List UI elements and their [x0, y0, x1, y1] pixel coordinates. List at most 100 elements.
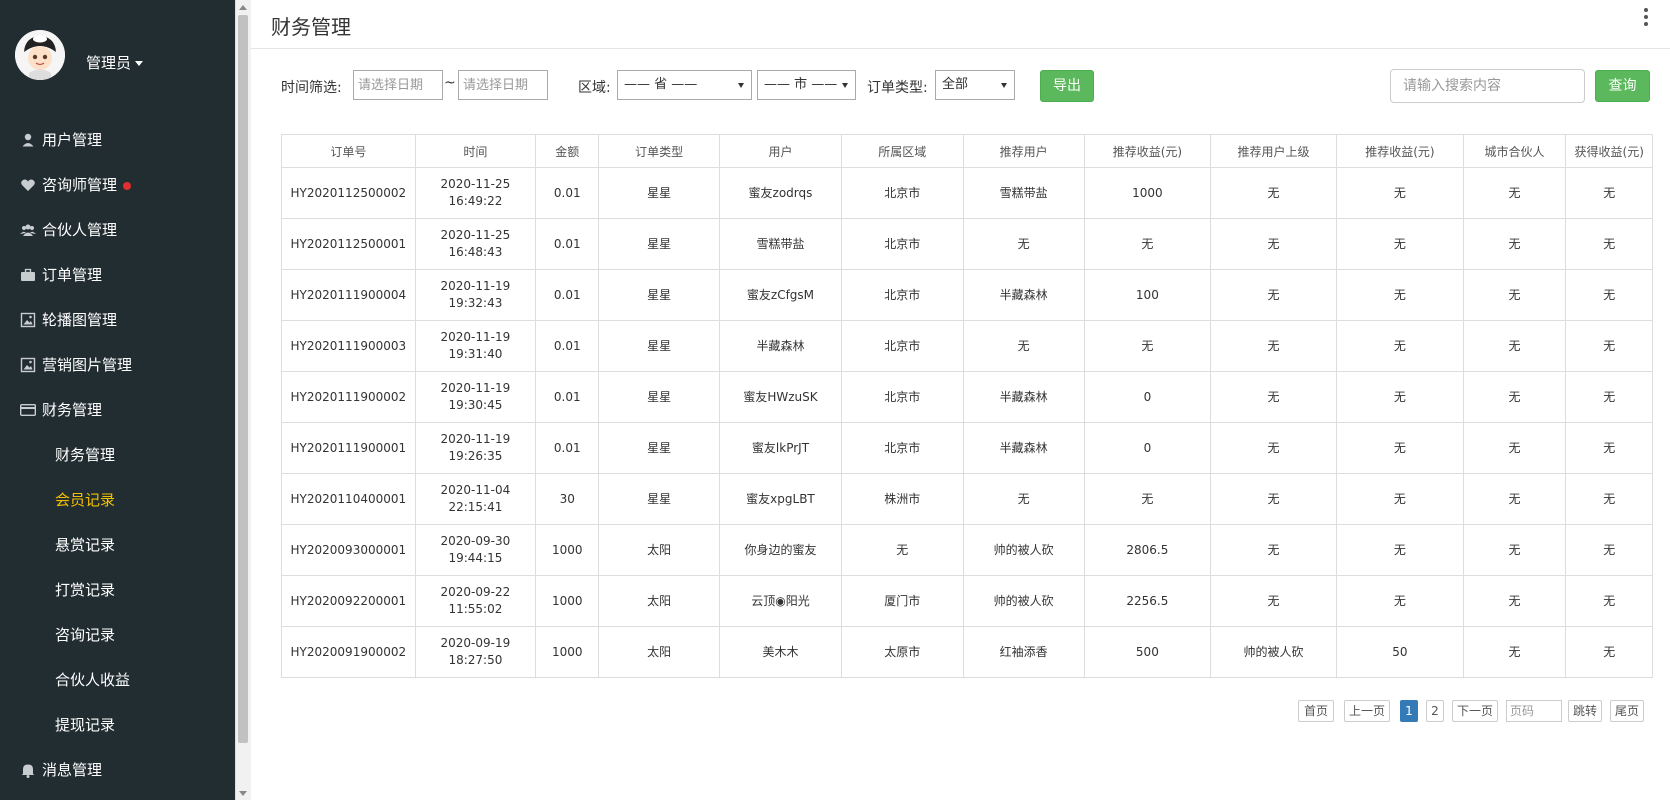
sidebar-subitem-member-records[interactable]: 会员记录	[0, 478, 235, 523]
scroll-up-arrow-icon[interactable]	[239, 5, 247, 10]
table-cell: 0	[1083, 371, 1211, 423]
last-page-button[interactable]: 尾页	[1610, 700, 1644, 722]
table-cell: 北京市	[841, 269, 964, 321]
page-title: 财务管理	[271, 15, 351, 39]
table-row: HY2020091900002 2020-09-19 18:27:50 1000 太阳美…	[281, 626, 1653, 678]
sidebar-item-users[interactable]: 用户管理	[0, 118, 235, 163]
caret-down-icon	[135, 61, 144, 66]
table-cell: 无	[1565, 218, 1653, 270]
sidebar-subitem-bounty-records[interactable]: 悬赏记录	[0, 523, 235, 568]
table-cell: 雪糕带盐	[962, 167, 1085, 219]
table-cell: 无	[1209, 320, 1338, 372]
province-select[interactable]: —— 省 ——	[617, 70, 752, 100]
table-cell: 星星	[598, 167, 720, 219]
order-date: 2020-11-19	[440, 432, 511, 446]
table-cell: 无	[962, 320, 1085, 372]
table-cell: 太阳	[598, 575, 720, 627]
table-cell: 太阳	[598, 524, 720, 576]
table-cell: 2020-11-19 19:31:40	[414, 320, 537, 372]
table-cell: 无	[1336, 269, 1464, 321]
notification-dot	[123, 181, 132, 190]
table-cell: 红袖添香	[962, 626, 1085, 678]
select-arrow-icon	[738, 83, 744, 88]
table-cell: 蜜友HWzuSK	[718, 371, 843, 423]
table-cell: 无	[1209, 167, 1338, 219]
table-cell: 无	[1336, 320, 1464, 372]
table-cell: 1000	[535, 626, 600, 678]
table-cell: 你身边的蜜友	[718, 524, 843, 576]
sidebar-subitem-finance-mgmt[interactable]: 财务管理	[0, 433, 235, 478]
table-row: HY2020111900004 2020-11-19 19:32:43 0.01 星星蜜…	[281, 269, 1653, 321]
more-vertical-icon[interactable]	[1644, 8, 1648, 29]
prev-page-button[interactable]: 上一页	[1344, 700, 1390, 722]
jump-button[interactable]: 跳转	[1568, 700, 1602, 722]
table-cell: 半藏森林	[962, 371, 1085, 423]
sidebar-item-label: 财务管理	[42, 401, 103, 419]
sidebar-subitem-partner-income[interactable]: 合伙人收益	[0, 658, 235, 703]
order-type-select[interactable]: 全部	[935, 70, 1015, 100]
sidebar-item-partners[interactable]: 合伙人管理	[0, 208, 235, 253]
table-cell: 帅的被人砍	[1209, 626, 1338, 678]
sidebar-item-finance[interactable]: 财务管理	[0, 388, 235, 433]
search-button[interactable]: 查询	[1595, 70, 1650, 102]
credit-card-icon	[20, 404, 36, 416]
table-cell: 无	[1083, 473, 1211, 525]
order-date: 2020-11-19	[440, 330, 511, 344]
first-page-button[interactable]: 首页	[1298, 700, 1334, 722]
table-row: HY2020110400001 2020-11-04 22:15:41 30 星星 蜜友x…	[281, 473, 1653, 525]
table-cell: 无	[1565, 371, 1653, 423]
sidebar-subitem-consult-records[interactable]: 咨询记录	[0, 613, 235, 658]
image-icon	[20, 357, 36, 373]
table-cell: 无	[1565, 575, 1653, 627]
table-cell: 蜜友zCfgsM	[718, 269, 843, 321]
sidebar-item-orders[interactable]: 订单管理	[0, 253, 235, 298]
search-input[interactable]	[1390, 69, 1585, 103]
export-button[interactable]: 导出	[1040, 70, 1094, 102]
sidebar-item-consultants[interactable]: 咨询师管理	[0, 163, 235, 208]
sidebar-item-marketing[interactable]: 营销图片管理	[0, 343, 235, 388]
table-cell: HY2020111900004	[281, 269, 416, 321]
table-cell: HY2020111900003	[281, 320, 416, 372]
avatar[interactable]	[15, 30, 65, 80]
table-cell: 蜜友xpgLBT	[718, 473, 843, 525]
sidebar-subitem-withdraw-records[interactable]: 提现记录	[0, 703, 235, 748]
order-time: 22:15:41	[448, 500, 503, 514]
city-select[interactable]: —— 市 ——	[757, 70, 856, 100]
sidebar-scrollbar[interactable]	[235, 0, 251, 800]
table-cell: 无	[1209, 422, 1338, 474]
table-row: HY2020112500002 2020-11-25 16:49:22 0.01 星星蜜…	[281, 167, 1653, 219]
page-number-input[interactable]	[1506, 700, 1562, 722]
column-header: 推荐用户上级	[1209, 134, 1338, 168]
table-row: HY2020111900002 2020-11-19 19:30:45 0.01 星星蜜…	[281, 371, 1653, 423]
scroll-down-arrow-icon[interactable]	[239, 791, 247, 796]
table-cell: HY2020091900002	[281, 626, 416, 678]
table-cell: 0	[1083, 422, 1211, 474]
sidebar-item-label: 合伙人收益	[55, 671, 131, 689]
order-type-select-value: 全部	[942, 77, 969, 92]
time-filter-label: 时间筛选:	[281, 80, 342, 96]
table-cell: 帅的被人砍	[962, 524, 1085, 576]
table-cell: 2020-11-25 16:48:43	[414, 218, 537, 270]
table-cell: 1000	[535, 575, 600, 627]
page-1-button[interactable]: 1	[1400, 700, 1418, 722]
date-start-input[interactable]	[353, 70, 443, 100]
page-2-button[interactable]: 2	[1426, 700, 1444, 722]
sidebar-item-banners[interactable]: 轮播图管理	[0, 298, 235, 343]
table-cell: 2256.5	[1083, 575, 1211, 627]
table-cell: 无	[841, 524, 964, 576]
scroll-thumb[interactable]	[238, 15, 248, 743]
table-cell: 无	[1462, 218, 1567, 270]
sidebar-item-messages[interactable]: 消息管理	[0, 748, 235, 793]
order-type-label: 订单类型:	[867, 80, 928, 96]
date-end-input[interactable]	[458, 70, 548, 100]
table-cell: 0.01	[535, 269, 600, 321]
next-page-button[interactable]: 下一页	[1452, 700, 1498, 722]
date-range-tilde: ~	[444, 75, 456, 91]
table-cell: 无	[1565, 422, 1653, 474]
sidebar-subitem-tip-records[interactable]: 打赏记录	[0, 568, 235, 613]
admin-dropdown[interactable]: 管理员	[86, 52, 144, 73]
page-header: 财务管理	[251, 0, 1670, 49]
order-date: 2020-11-25	[440, 228, 511, 242]
table-cell: 蜜友lkPrJT	[718, 422, 843, 474]
table-cell: 无	[1209, 269, 1338, 321]
